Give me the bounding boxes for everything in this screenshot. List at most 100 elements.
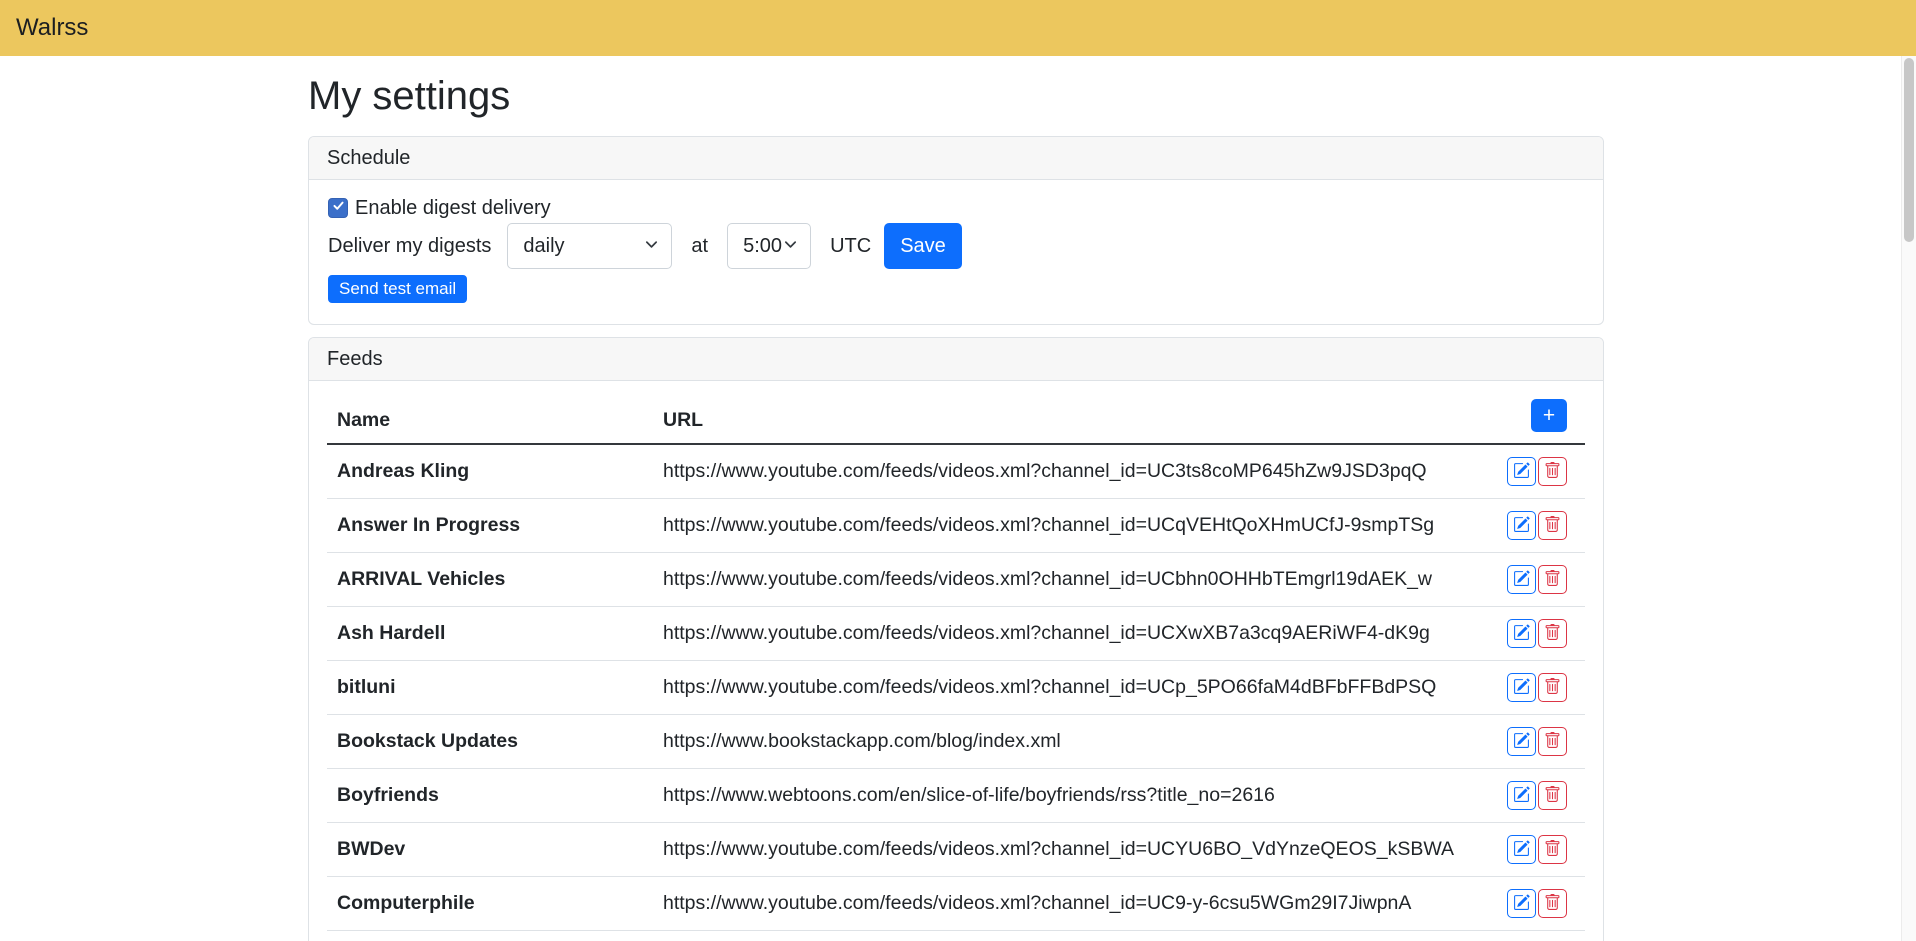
delete-feed-button[interactable] <box>1538 781 1567 810</box>
feed-row-actions <box>1495 619 1567 648</box>
feed-name: Bookstack Updates <box>327 715 653 769</box>
feed-row-actions <box>1495 889 1567 918</box>
feed-row: bitluni https://www.youtube.com/feeds/vi… <box>327 661 1585 715</box>
schedule-card-body: Enable digest delivery Deliver my digest… <box>309 180 1603 324</box>
column-header-actions: + <box>1485 381 1585 444</box>
pencil-icon <box>1513 840 1530 860</box>
feed-name: Computerphile <box>327 877 653 931</box>
scrollbar[interactable] <box>1901 56 1916 941</box>
trash-icon <box>1544 624 1561 644</box>
feeds-table-body: Andreas Kling https://www.youtube.com/fe… <box>327 444 1585 941</box>
pencil-icon <box>1513 462 1530 482</box>
edit-feed-button[interactable] <box>1507 673 1536 702</box>
trash-icon <box>1544 516 1561 536</box>
send-test-email-button[interactable]: Send test email <box>328 275 467 303</box>
feed-row-actions <box>1495 835 1567 864</box>
navbar: Walrss <box>0 0 1916 56</box>
feed-name: Ash Hardell <box>327 607 653 661</box>
edit-feed-button[interactable] <box>1507 457 1536 486</box>
trash-icon <box>1544 894 1561 914</box>
deliver-label: Deliver my digests <box>328 235 491 258</box>
schedule-card-header: Schedule <box>309 137 1603 180</box>
edit-feed-button[interactable] <box>1507 727 1536 756</box>
edit-feed-button[interactable] <box>1507 511 1536 540</box>
edit-feed-button[interactable] <box>1507 565 1536 594</box>
time-selected-value: 5:00 <box>743 235 782 258</box>
feed-url: https://www.webtoons.com/en/slice-of-lif… <box>653 769 1485 823</box>
edit-feed-button[interactable] <box>1507 619 1536 648</box>
feed-row: Ash Hardell https://www.youtube.com/feed… <box>327 607 1585 661</box>
feed-url: https://www.youtube.com/feeds/videos.xml… <box>653 661 1485 715</box>
delete-feed-button[interactable] <box>1538 673 1567 702</box>
feeds-table: Name URL + Andreas Kling https://www.you… <box>327 381 1585 941</box>
delete-feed-button[interactable] <box>1538 457 1567 486</box>
trash-icon <box>1544 840 1561 860</box>
chevron-down-icon <box>644 235 659 258</box>
feed-name: Boyfriends <box>327 769 653 823</box>
chevron-down-icon <box>783 235 798 258</box>
feed-row-actions <box>1495 781 1567 810</box>
feed-row-actions <box>1495 565 1567 594</box>
pencil-icon <box>1513 516 1530 536</box>
feed-row: ARRIVAL Vehicles https://www.youtube.com… <box>327 553 1585 607</box>
delete-feed-button[interactable] <box>1538 835 1567 864</box>
trash-icon <box>1544 678 1561 698</box>
feed-row: Fireship https://www.youtube.com/feeds/v… <box>327 931 1585 941</box>
feed-url: https://www.youtube.com/feeds/videos.xml… <box>653 823 1485 877</box>
feed-row: Computerphile https://www.youtube.com/fe… <box>327 877 1585 931</box>
feed-row-actions <box>1495 673 1567 702</box>
delete-feed-button[interactable] <box>1538 565 1567 594</box>
add-feed-button[interactable]: + <box>1531 399 1567 432</box>
feed-row: Andreas Kling https://www.youtube.com/fe… <box>327 444 1585 499</box>
frequency-select[interactable]: daily <box>507 223 672 269</box>
enable-digest-checkbox[interactable] <box>328 198 348 218</box>
feeds-table-header-row: Name URL + <box>327 381 1585 444</box>
feed-name: ARRIVAL Vehicles <box>327 553 653 607</box>
delete-feed-button[interactable] <box>1538 727 1567 756</box>
feed-name: bitluni <box>327 661 653 715</box>
frequency-selected-value: daily <box>523 235 564 258</box>
feed-url: https://www.youtube.com/feeds/videos.xml… <box>653 553 1485 607</box>
schedule-card: Schedule Enable digest delivery Deliver … <box>308 136 1604 325</box>
edit-feed-button[interactable] <box>1507 835 1536 864</box>
test-email-row: Send test email <box>328 275 1584 303</box>
feed-row: BWDev https://www.youtube.com/feeds/vide… <box>327 823 1585 877</box>
delete-feed-button[interactable] <box>1538 511 1567 540</box>
feed-name: Andreas Kling <box>327 444 653 499</box>
column-header-url: URL <box>653 381 1485 444</box>
trash-icon <box>1544 732 1561 752</box>
feed-url: https://www.youtube.com/feeds/videos.xml… <box>653 499 1485 553</box>
pencil-icon <box>1513 624 1530 644</box>
column-header-name: Name <box>327 381 653 444</box>
feed-row: Bookstack Updates https://www.bookstacka… <box>327 715 1585 769</box>
trash-icon <box>1544 570 1561 590</box>
feed-row-actions <box>1495 511 1567 540</box>
pencil-icon <box>1513 786 1530 806</box>
at-label: at <box>691 235 708 258</box>
save-button[interactable]: Save <box>884 223 962 269</box>
feed-row-actions <box>1495 727 1567 756</box>
edit-feed-button[interactable] <box>1507 781 1536 810</box>
app-root: Walrss My settings Schedule Enable diges… <box>0 0 1916 941</box>
navbar-brand[interactable]: Walrss <box>16 14 88 42</box>
trash-icon <box>1544 462 1561 482</box>
delete-feed-button[interactable] <box>1538 889 1567 918</box>
pencil-icon <box>1513 570 1530 590</box>
edit-feed-button[interactable] <box>1507 889 1536 918</box>
feed-url: https://www.youtube.com/feeds/videos.xml… <box>653 444 1485 499</box>
pencil-icon <box>1513 678 1530 698</box>
feed-url: https://www.youtube.com/feeds/videos.xml… <box>653 931 1485 941</box>
feed-name: BWDev <box>327 823 653 877</box>
feeds-card: Feeds Name URL + Andreas Kling <box>308 337 1604 941</box>
pencil-icon <box>1513 894 1530 914</box>
scrollbar-thumb[interactable] <box>1904 58 1914 242</box>
page-title: My settings <box>308 72 1604 120</box>
check-icon <box>332 199 345 217</box>
delete-feed-button[interactable] <box>1538 619 1567 648</box>
enable-digest-label[interactable]: Enable digest delivery <box>355 197 551 220</box>
main-content: My settings Schedule Enable digest deliv… <box>296 56 1616 941</box>
time-select[interactable]: 5:00 <box>727 223 811 269</box>
deliver-settings-row: Deliver my digests daily at 5:00 <box>328 223 1584 269</box>
feeds-card-header: Feeds <box>309 338 1603 381</box>
feed-name: Fireship <box>327 931 653 941</box>
